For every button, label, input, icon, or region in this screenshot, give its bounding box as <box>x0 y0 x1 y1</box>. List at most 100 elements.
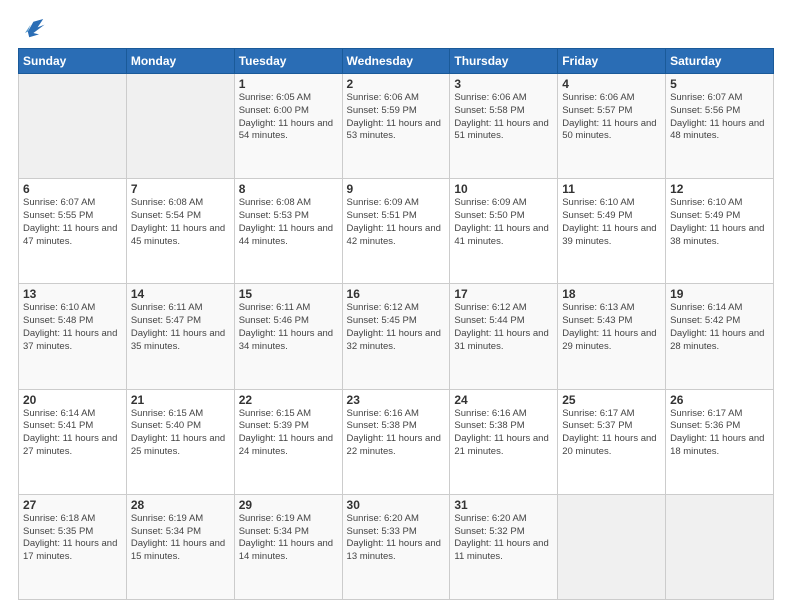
day-info: Sunrise: 6:11 AM Sunset: 5:47 PM Dayligh… <box>131 302 230 353</box>
day-info: Sunrise: 6:07 AM Sunset: 5:56 PM Dayligh… <box>670 92 769 143</box>
day-number: 22 <box>239 393 338 407</box>
calendar-cell: 15Sunrise: 6:11 AM Sunset: 5:46 PM Dayli… <box>234 284 342 389</box>
day-number: 17 <box>454 287 553 301</box>
calendar-cell: 1Sunrise: 6:05 AM Sunset: 6:00 PM Daylig… <box>234 74 342 179</box>
calendar-cell <box>666 494 774 599</box>
day-info: Sunrise: 6:17 AM Sunset: 5:36 PM Dayligh… <box>670 408 769 459</box>
calendar-cell: 29Sunrise: 6:19 AM Sunset: 5:34 PM Dayli… <box>234 494 342 599</box>
calendar-week-3: 13Sunrise: 6:10 AM Sunset: 5:48 PM Dayli… <box>19 284 774 389</box>
weekday-header-sunday: Sunday <box>19 49 127 74</box>
calendar-cell: 20Sunrise: 6:14 AM Sunset: 5:41 PM Dayli… <box>19 389 127 494</box>
day-info: Sunrise: 6:06 AM Sunset: 5:57 PM Dayligh… <box>562 92 661 143</box>
calendar-cell: 2Sunrise: 6:06 AM Sunset: 5:59 PM Daylig… <box>342 74 450 179</box>
day-number: 6 <box>23 182 122 196</box>
day-number: 11 <box>562 182 661 196</box>
weekday-header-saturday: Saturday <box>666 49 774 74</box>
day-info: Sunrise: 6:12 AM Sunset: 5:44 PM Dayligh… <box>454 302 553 353</box>
day-number: 1 <box>239 77 338 91</box>
calendar-cell: 31Sunrise: 6:20 AM Sunset: 5:32 PM Dayli… <box>450 494 558 599</box>
weekday-header-monday: Monday <box>126 49 234 74</box>
day-number: 9 <box>347 182 446 196</box>
day-info: Sunrise: 6:14 AM Sunset: 5:41 PM Dayligh… <box>23 408 122 459</box>
calendar-cell: 14Sunrise: 6:11 AM Sunset: 5:47 PM Dayli… <box>126 284 234 389</box>
day-info: Sunrise: 6:15 AM Sunset: 5:39 PM Dayligh… <box>239 408 338 459</box>
day-number: 26 <box>670 393 769 407</box>
calendar-cell: 8Sunrise: 6:08 AM Sunset: 5:53 PM Daylig… <box>234 179 342 284</box>
calendar-week-5: 27Sunrise: 6:18 AM Sunset: 5:35 PM Dayli… <box>19 494 774 599</box>
day-info: Sunrise: 6:20 AM Sunset: 5:33 PM Dayligh… <box>347 513 446 564</box>
day-info: Sunrise: 6:09 AM Sunset: 5:51 PM Dayligh… <box>347 197 446 248</box>
calendar-cell <box>126 74 234 179</box>
day-info: Sunrise: 6:18 AM Sunset: 5:35 PM Dayligh… <box>23 513 122 564</box>
day-number: 10 <box>454 182 553 196</box>
day-number: 27 <box>23 498 122 512</box>
calendar-cell: 3Sunrise: 6:06 AM Sunset: 5:58 PM Daylig… <box>450 74 558 179</box>
calendar-cell: 4Sunrise: 6:06 AM Sunset: 5:57 PM Daylig… <box>558 74 666 179</box>
day-info: Sunrise: 6:19 AM Sunset: 5:34 PM Dayligh… <box>239 513 338 564</box>
day-info: Sunrise: 6:10 AM Sunset: 5:49 PM Dayligh… <box>562 197 661 248</box>
day-info: Sunrise: 6:09 AM Sunset: 5:50 PM Dayligh… <box>454 197 553 248</box>
calendar-cell: 25Sunrise: 6:17 AM Sunset: 5:37 PM Dayli… <box>558 389 666 494</box>
calendar-cell: 19Sunrise: 6:14 AM Sunset: 5:42 PM Dayli… <box>666 284 774 389</box>
day-number: 19 <box>670 287 769 301</box>
calendar-cell: 24Sunrise: 6:16 AM Sunset: 5:38 PM Dayli… <box>450 389 558 494</box>
day-info: Sunrise: 6:06 AM Sunset: 5:59 PM Dayligh… <box>347 92 446 143</box>
day-info: Sunrise: 6:10 AM Sunset: 5:48 PM Dayligh… <box>23 302 122 353</box>
calendar-cell: 16Sunrise: 6:12 AM Sunset: 5:45 PM Dayli… <box>342 284 450 389</box>
day-info: Sunrise: 6:17 AM Sunset: 5:37 PM Dayligh… <box>562 408 661 459</box>
calendar-cell: 26Sunrise: 6:17 AM Sunset: 5:36 PM Dayli… <box>666 389 774 494</box>
day-info: Sunrise: 6:06 AM Sunset: 5:58 PM Dayligh… <box>454 92 553 143</box>
header <box>18 12 774 40</box>
calendar-cell: 23Sunrise: 6:16 AM Sunset: 5:38 PM Dayli… <box>342 389 450 494</box>
calendar-cell: 6Sunrise: 6:07 AM Sunset: 5:55 PM Daylig… <box>19 179 127 284</box>
day-number: 30 <box>347 498 446 512</box>
day-number: 4 <box>562 77 661 91</box>
calendar-cell: 12Sunrise: 6:10 AM Sunset: 5:49 PM Dayli… <box>666 179 774 284</box>
day-number: 29 <box>239 498 338 512</box>
calendar-cell: 7Sunrise: 6:08 AM Sunset: 5:54 PM Daylig… <box>126 179 234 284</box>
day-info: Sunrise: 6:07 AM Sunset: 5:55 PM Dayligh… <box>23 197 122 248</box>
calendar-cell: 5Sunrise: 6:07 AM Sunset: 5:56 PM Daylig… <box>666 74 774 179</box>
day-info: Sunrise: 6:16 AM Sunset: 5:38 PM Dayligh… <box>347 408 446 459</box>
calendar-cell: 27Sunrise: 6:18 AM Sunset: 5:35 PM Dayli… <box>19 494 127 599</box>
day-info: Sunrise: 6:15 AM Sunset: 5:40 PM Dayligh… <box>131 408 230 459</box>
day-info: Sunrise: 6:19 AM Sunset: 5:34 PM Dayligh… <box>131 513 230 564</box>
calendar-cell: 18Sunrise: 6:13 AM Sunset: 5:43 PM Dayli… <box>558 284 666 389</box>
day-number: 25 <box>562 393 661 407</box>
calendar-week-1: 1Sunrise: 6:05 AM Sunset: 6:00 PM Daylig… <box>19 74 774 179</box>
day-info: Sunrise: 6:14 AM Sunset: 5:42 PM Dayligh… <box>670 302 769 353</box>
day-info: Sunrise: 6:10 AM Sunset: 5:49 PM Dayligh… <box>670 197 769 248</box>
day-number: 28 <box>131 498 230 512</box>
weekday-row: SundayMondayTuesdayWednesdayThursdayFrid… <box>19 49 774 74</box>
calendar-cell: 11Sunrise: 6:10 AM Sunset: 5:49 PM Dayli… <box>558 179 666 284</box>
day-info: Sunrise: 6:08 AM Sunset: 5:53 PM Dayligh… <box>239 197 338 248</box>
day-number: 16 <box>347 287 446 301</box>
weekday-header-wednesday: Wednesday <box>342 49 450 74</box>
day-info: Sunrise: 6:16 AM Sunset: 5:38 PM Dayligh… <box>454 408 553 459</box>
calendar-cell: 17Sunrise: 6:12 AM Sunset: 5:44 PM Dayli… <box>450 284 558 389</box>
day-number: 21 <box>131 393 230 407</box>
calendar-week-4: 20Sunrise: 6:14 AM Sunset: 5:41 PM Dayli… <box>19 389 774 494</box>
day-number: 2 <box>347 77 446 91</box>
day-info: Sunrise: 6:11 AM Sunset: 5:46 PM Dayligh… <box>239 302 338 353</box>
calendar-body: 1Sunrise: 6:05 AM Sunset: 6:00 PM Daylig… <box>19 74 774 600</box>
calendar-cell: 21Sunrise: 6:15 AM Sunset: 5:40 PM Dayli… <box>126 389 234 494</box>
day-number: 7 <box>131 182 230 196</box>
day-number: 5 <box>670 77 769 91</box>
logo <box>18 12 50 40</box>
day-info: Sunrise: 6:05 AM Sunset: 6:00 PM Dayligh… <box>239 92 338 143</box>
day-number: 12 <box>670 182 769 196</box>
day-number: 18 <box>562 287 661 301</box>
calendar-cell: 13Sunrise: 6:10 AM Sunset: 5:48 PM Dayli… <box>19 284 127 389</box>
calendar-cell <box>558 494 666 599</box>
calendar-week-2: 6Sunrise: 6:07 AM Sunset: 5:55 PM Daylig… <box>19 179 774 284</box>
day-number: 15 <box>239 287 338 301</box>
day-number: 14 <box>131 287 230 301</box>
day-number: 31 <box>454 498 553 512</box>
day-number: 23 <box>347 393 446 407</box>
day-number: 3 <box>454 77 553 91</box>
calendar-cell <box>19 74 127 179</box>
day-info: Sunrise: 6:12 AM Sunset: 5:45 PM Dayligh… <box>347 302 446 353</box>
logo-bird-icon <box>18 12 46 40</box>
calendar-cell: 10Sunrise: 6:09 AM Sunset: 5:50 PM Dayli… <box>450 179 558 284</box>
